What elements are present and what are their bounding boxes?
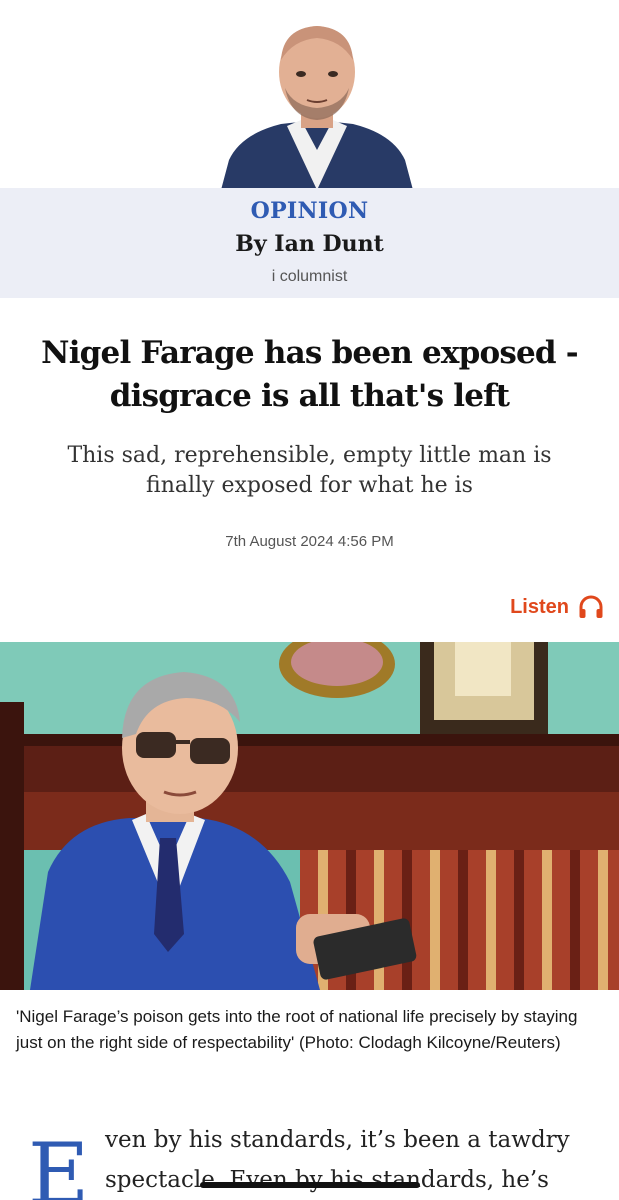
- home-indicator[interactable]: [200, 1182, 420, 1188]
- section-label[interactable]: OPINION: [0, 198, 619, 224]
- listen-button[interactable]: Listen: [510, 590, 605, 624]
- article-body-text: ven by his standards, it’s been a tawdry…: [105, 1120, 603, 1200]
- author-avatar: [221, 26, 413, 190]
- author-photo-area: [0, 0, 619, 190]
- drop-cap: E: [28, 1125, 90, 1200]
- author-role: i columnist: [271, 268, 348, 285]
- article-headline: Nigel Farage has been exposed - disgrace…: [41, 335, 578, 414]
- listen-label: Listen: [510, 595, 569, 618]
- article-timestamp: 7th August 2024 4:56 PM: [225, 533, 394, 550]
- hero-photo-illustration: [0, 642, 619, 990]
- byline-band: OPINION By Ian Dunt i columnist: [0, 188, 619, 298]
- headphones-icon: [579, 595, 603, 618]
- article-standfirst: This sad, reprehensible, empty little ma…: [67, 443, 552, 498]
- photo-caption: 'Nigel Farage’s poison gets into the roo…: [16, 1007, 578, 1052]
- body-line: spectacle. Even by his standards, he’s: [105, 1167, 549, 1193]
- hero-photo[interactable]: [0, 642, 619, 990]
- author-name[interactable]: By Ian Dunt: [0, 231, 619, 257]
- body-line: ven by his standards, it’s been a tawdry: [105, 1127, 570, 1153]
